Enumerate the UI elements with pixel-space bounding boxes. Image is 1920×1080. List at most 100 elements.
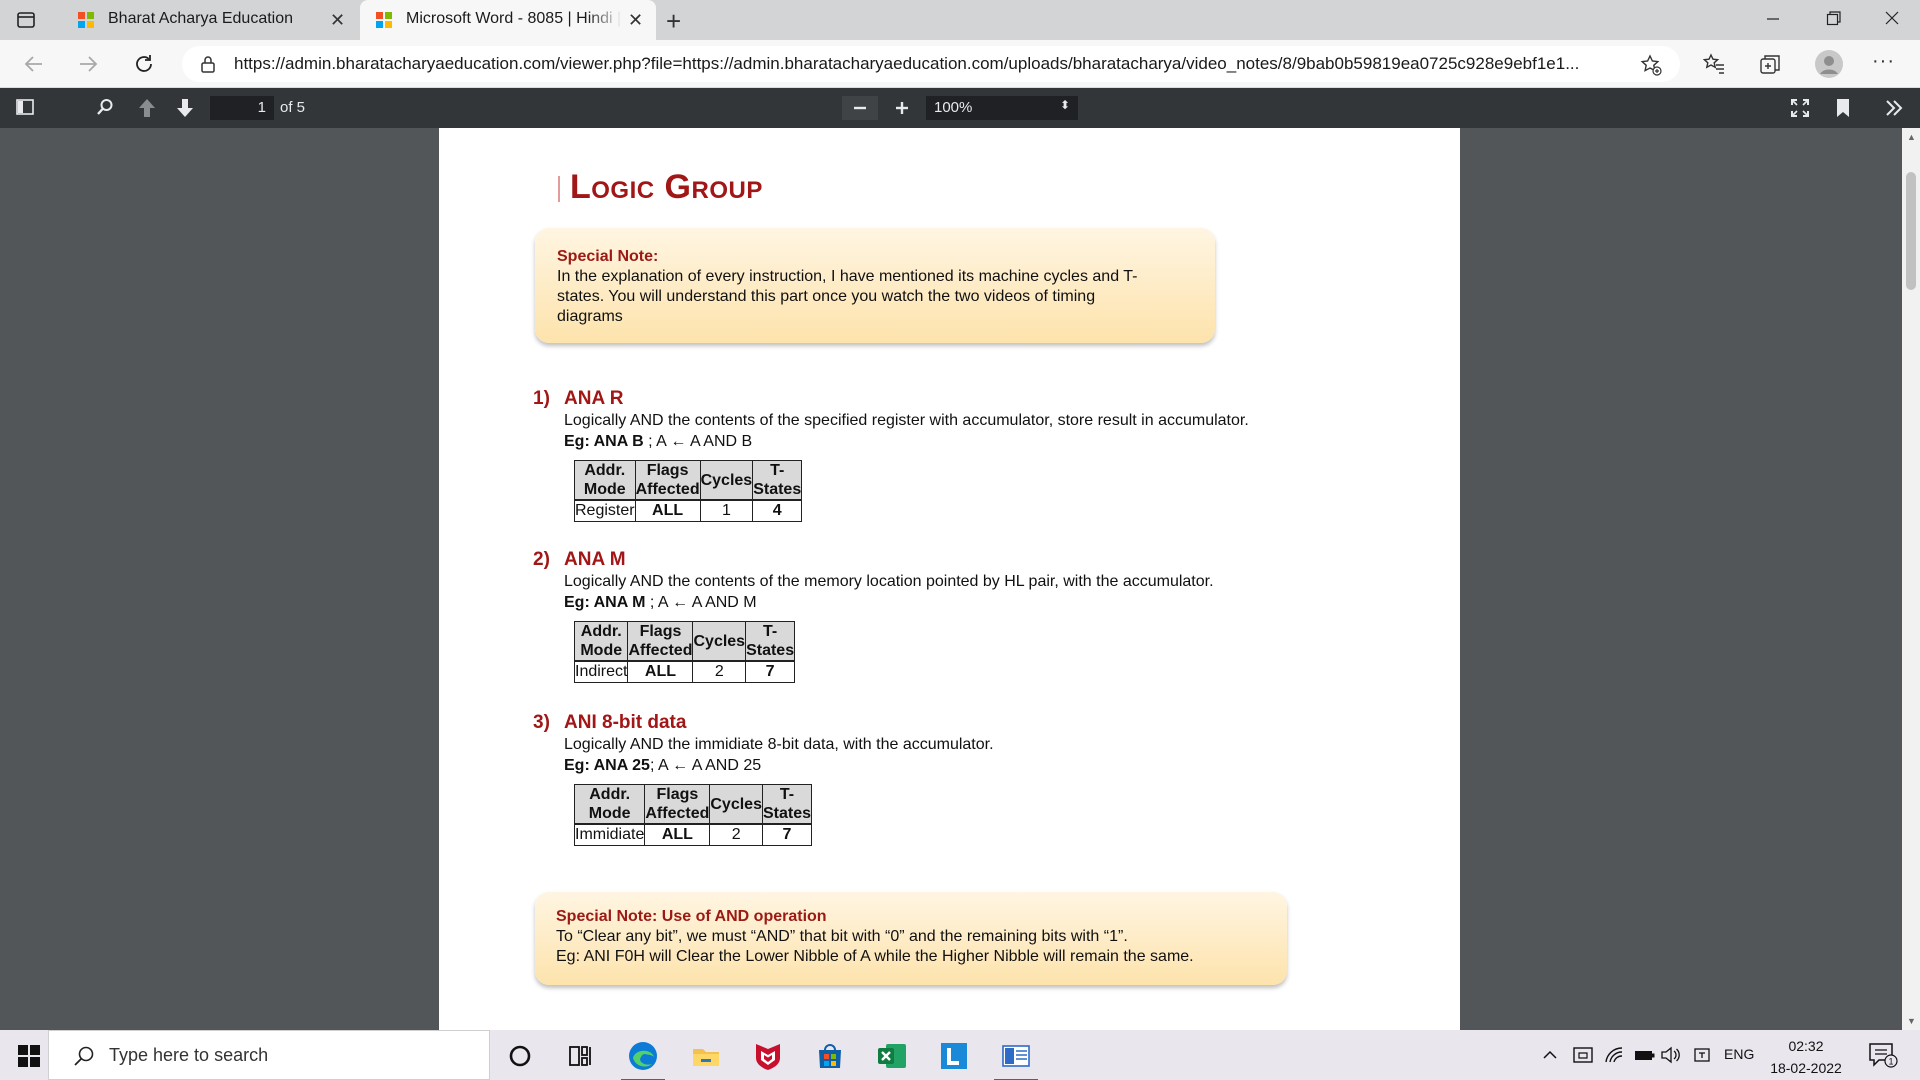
section-heading: ANA R <box>564 388 624 409</box>
forward-icon[interactable] <box>76 52 100 76</box>
zoom-select[interactable]: 100% ⬍ <box>926 96 1078 120</box>
instruction-table: Addr. Mode Flags Affected Cycles T-State… <box>574 460 803 522</box>
volume-icon[interactable] <box>1660 1045 1682 1065</box>
zoom-in-button[interactable] <box>884 96 920 120</box>
note-line: states. You will understand this part on… <box>557 288 1096 305</box>
profile-avatar-icon[interactable] <box>1814 49 1844 79</box>
note-heading: Special Note: Use of AND operation <box>556 908 827 925</box>
ms-logo-icon <box>376 12 392 28</box>
close-window-icon[interactable] <box>1884 8 1900 28</box>
language-indicator[interactable]: ENG <box>1724 1046 1754 1062</box>
windows-taskbar: Type here to search ENG 02:32 18-02-2022… <box>0 1030 1920 1080</box>
tab-title: Bharat Acharya Education <box>108 10 294 27</box>
url-field[interactable]: https://admin.bharatacharyaeducation.com… <box>182 46 1680 82</box>
ms-logo-icon <box>78 12 94 28</box>
title-accent-bar <box>558 176 560 202</box>
table-header: Flags Affected <box>627 621 694 662</box>
note-line: In the explanation of every instruction,… <box>557 268 1138 285</box>
note-line: To “Clear any bit”, we must “AND” that b… <box>556 928 1128 945</box>
clock[interactable]: 02:32 18-02-2022 <box>1770 1035 1842 1079</box>
section-example: Eg: ANA M ; A ← A AND M <box>564 594 757 612</box>
section-heading: ANA M <box>564 549 626 570</box>
microsoft-store-icon[interactable] <box>814 1040 846 1072</box>
excel-icon[interactable] <box>876 1040 908 1072</box>
close-tab-icon[interactable]: ✕ <box>628 10 643 31</box>
back-icon[interactable] <box>22 52 46 76</box>
search-icon[interactable] <box>96 98 114 116</box>
table-row: Immidiate ALL 2 7 <box>573 823 813 846</box>
table-row: Register ALL 1 4 <box>574 499 803 522</box>
edge-browser-icon[interactable] <box>621 1040 665 1080</box>
page-number-input[interactable]: 1 <box>210 96 274 120</box>
next-page-icon[interactable] <box>176 98 194 118</box>
pdf-viewer-area[interactable]: Logic Group Special Note: In the explana… <box>0 128 1902 1030</box>
word-document-icon[interactable] <box>994 1040 1038 1080</box>
battery-icon[interactable] <box>1634 1045 1656 1065</box>
refresh-icon[interactable] <box>132 52 156 76</box>
tools-expand-icon[interactable] <box>1884 98 1904 118</box>
instruction-table: Addr. Mode Flags Affected Cycles T-State… <box>573 621 796 683</box>
tab-actions-icon[interactable] <box>16 10 36 30</box>
tab-bharat-acharya[interactable]: Bharat Acharya Education ✕ <box>62 0 360 40</box>
url-text[interactable]: https://admin.bharatacharyaeducation.com… <box>234 54 1624 74</box>
tab-microsoft-word[interactable]: Microsoft Word - 8085 | Hindi | B ✕ <box>360 0 656 40</box>
minimize-icon[interactable] <box>1766 8 1780 28</box>
table-cell: 7 <box>761 823 813 846</box>
search-placeholder: Type here to search <box>109 1045 269 1065</box>
lens-app-icon[interactable] <box>938 1040 970 1072</box>
search-icon <box>73 1045 95 1067</box>
more-menu-icon[interactable]: ··· <box>1872 50 1895 73</box>
table-cell: Indirect <box>573 660 629 683</box>
table-cell: Immidiate <box>573 823 646 846</box>
table-cell: 2 <box>709 823 763 846</box>
zoom-out-button[interactable] <box>842 96 878 120</box>
page-count: of 5 <box>280 99 306 116</box>
zoom-value: 100% <box>934 99 973 116</box>
section-description: Logically AND the contents of the specif… <box>564 412 1249 429</box>
bookmark-icon[interactable] <box>1836 98 1850 118</box>
dropdown-arrows-icon: ⬍ <box>1059 98 1070 112</box>
taskbar-search-box[interactable]: Type here to search <box>48 1030 490 1080</box>
file-explorer-icon[interactable] <box>690 1040 722 1072</box>
note-heading: Special Note: <box>557 248 659 265</box>
sidebar-toggle-icon[interactable] <box>16 98 34 116</box>
section-example: Eg: ANA B ; A ← A AND B <box>564 433 752 451</box>
notifications-icon[interactable]: 1 <box>1868 1042 1898 1068</box>
collections-icon[interactable] <box>1758 52 1782 76</box>
scroll-down-icon[interactable]: ▼ <box>1907 1016 1916 1026</box>
table-header: Flags Affected <box>634 460 701 501</box>
scroll-up-icon[interactable]: ▲ <box>1907 132 1916 142</box>
new-tab-icon[interactable]: + <box>666 6 681 37</box>
scrollbar-thumb[interactable] <box>1906 172 1916 290</box>
fullscreen-icon[interactable] <box>1790 98 1810 118</box>
favorites-icon[interactable] <box>1702 52 1726 76</box>
pdf-page: Logic Group Special Note: In the explana… <box>439 128 1460 1030</box>
tab-title: Microsoft Word - 8085 | Hindi | B <box>406 10 622 27</box>
example-text: ; A ← A AND B <box>643 433 753 450</box>
windows-start-icon[interactable] <box>18 1045 40 1067</box>
table-header-row: Addr. Mode Flags Affected Cycles T-State… <box>574 460 803 501</box>
input-method-icon[interactable] <box>1692 1045 1714 1065</box>
table-cell: 4 <box>752 499 803 522</box>
table-header: Addr. Mode <box>573 784 646 825</box>
vertical-scrollbar[interactable]: ▲ ▼ <box>1902 128 1920 1030</box>
close-tab-icon[interactable]: ✕ <box>330 10 345 31</box>
clock-time: 02:32 <box>1788 1038 1824 1054</box>
add-favorite-icon[interactable] <box>1640 54 1662 76</box>
table-header: T-States <box>761 784 813 825</box>
note-line: Eg: ANI F0H will Clear the Lower Nibble … <box>556 948 1194 965</box>
wifi-icon[interactable] <box>1604 1045 1626 1065</box>
meet-now-icon[interactable] <box>1572 1045 1594 1065</box>
cortana-icon[interactable] <box>504 1040 536 1072</box>
show-hidden-icons[interactable] <box>1542 1045 1558 1065</box>
mcafee-icon[interactable] <box>752 1040 784 1072</box>
section-description: Logically AND the contents of the memory… <box>564 573 1214 590</box>
tab-strip: Bharat Acharya Education ✕ Microsoft Wor… <box>0 0 1920 40</box>
restore-icon[interactable] <box>1826 8 1842 28</box>
table-cell: ALL <box>644 823 711 846</box>
pdf-toolbar: 1 of 5 100% ⬍ <box>0 88 1920 128</box>
task-view-icon[interactable] <box>564 1040 596 1072</box>
previous-page-icon[interactable] <box>138 98 156 118</box>
table-cell: 1 <box>699 499 754 522</box>
lock-icon[interactable] <box>200 55 216 73</box>
